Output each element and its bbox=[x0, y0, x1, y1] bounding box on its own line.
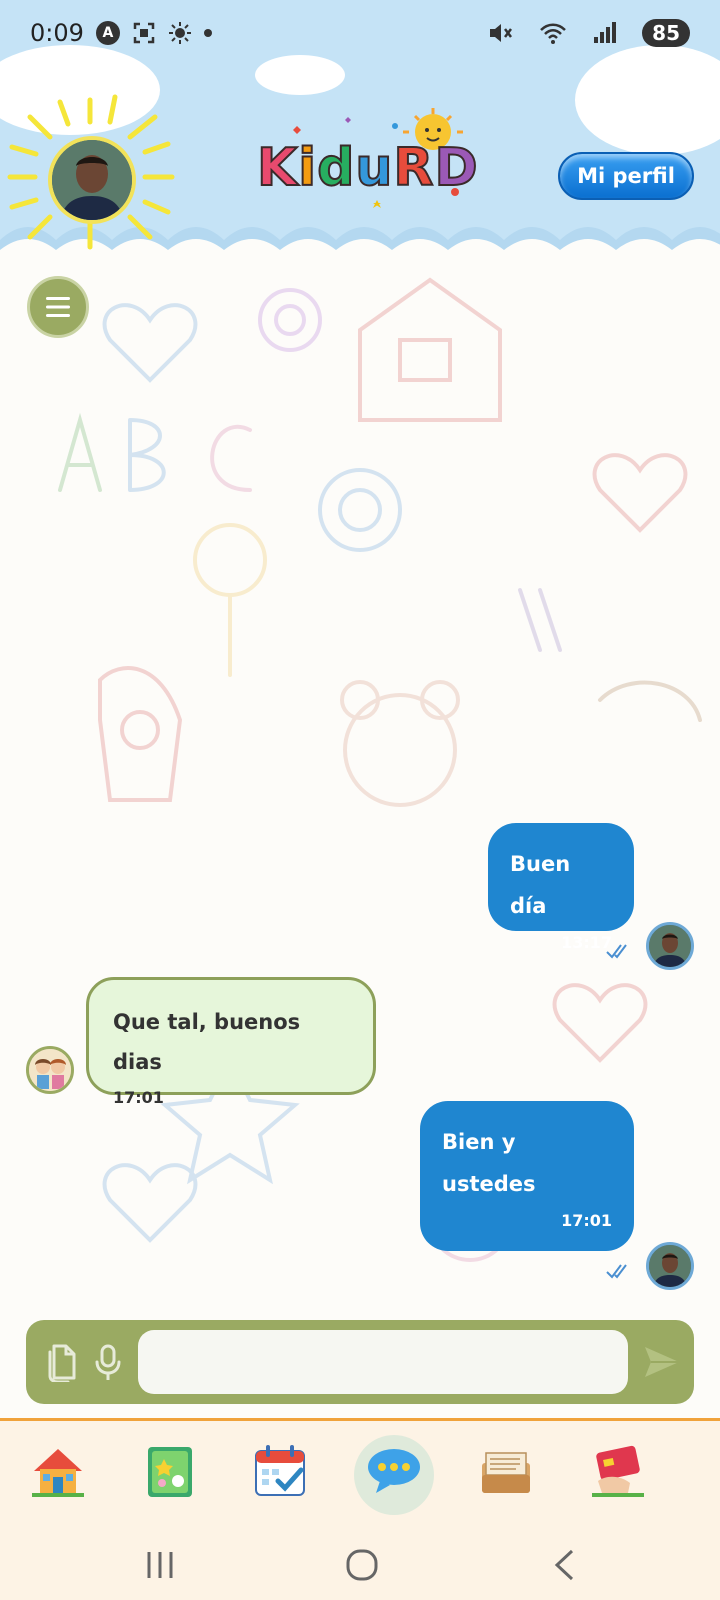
nav-home[interactable] bbox=[26, 1439, 90, 1503]
message-time: 13:17 bbox=[561, 933, 612, 952]
hamburger-icon bbox=[46, 297, 70, 317]
user-avatar[interactable] bbox=[48, 136, 136, 224]
recent-apps-icon bbox=[147, 1552, 173, 1578]
message-text: Que tal, buenos dias bbox=[113, 1010, 301, 1074]
documents-icon bbox=[482, 1452, 530, 1493]
status-time: 0:09 bbox=[30, 19, 84, 47]
brightness-icon bbox=[168, 21, 192, 45]
message-time: 17:01 bbox=[561, 1211, 612, 1230]
kidurd-logo: KiduRD bbox=[245, 108, 485, 218]
home-circle-icon bbox=[346, 1549, 378, 1581]
message-input[interactable] bbox=[138, 1330, 628, 1394]
logo-text: KiduRD bbox=[256, 137, 479, 199]
nav-documents[interactable] bbox=[474, 1439, 538, 1503]
a-badge-icon: A bbox=[95, 21, 120, 45]
recent-apps-button[interactable] bbox=[130, 1540, 190, 1590]
profile-button[interactable]: Mi perfil bbox=[558, 152, 694, 200]
read-receipt-icon bbox=[606, 1260, 632, 1284]
home-button[interactable] bbox=[332, 1540, 392, 1590]
payment-card-icon bbox=[592, 1445, 644, 1497]
calendar-icon bbox=[255, 1445, 305, 1496]
message-outgoing[interactable]: Bien y ustedes 17:01 bbox=[420, 1101, 634, 1251]
menu-button[interactable] bbox=[27, 276, 89, 338]
nav-calendar[interactable] bbox=[248, 1439, 312, 1503]
send-icon[interactable] bbox=[642, 1344, 682, 1380]
sender-avatar bbox=[646, 922, 694, 970]
message-text: Buen día bbox=[510, 852, 571, 918]
attach-icon[interactable] bbox=[44, 1342, 82, 1382]
gallery-icon bbox=[148, 1447, 192, 1497]
system-navigation bbox=[0, 1528, 720, 1600]
back-button[interactable] bbox=[534, 1540, 594, 1590]
status-bar: 0:09 A 85 bbox=[0, 0, 720, 66]
screenshot-icon bbox=[132, 21, 156, 45]
contact-avatar bbox=[26, 1046, 74, 1094]
home-icon bbox=[32, 1449, 84, 1497]
message-incoming[interactable]: Que tal, buenos dias 17:01 bbox=[86, 977, 376, 1107]
message-composer bbox=[26, 1320, 694, 1404]
mute-icon bbox=[488, 21, 514, 45]
message-text: Bien y ustedes bbox=[442, 1130, 536, 1196]
wifi-icon bbox=[538, 21, 568, 45]
signal-icon bbox=[592, 21, 618, 45]
read-receipt-icon bbox=[606, 940, 632, 964]
nav-payments[interactable] bbox=[586, 1439, 650, 1503]
message-outgoing[interactable]: Buen día 13:17 bbox=[488, 823, 634, 952]
nav-chat[interactable] bbox=[362, 1439, 426, 1503]
sender-avatar bbox=[646, 1242, 694, 1290]
bottom-navigation bbox=[0, 1418, 720, 1528]
mic-icon[interactable] bbox=[94, 1344, 122, 1382]
dot-icon bbox=[203, 29, 212, 37]
nav-gallery[interactable] bbox=[138, 1439, 202, 1503]
back-icon bbox=[554, 1549, 574, 1581]
chat-icon bbox=[368, 1449, 420, 1493]
battery-indicator: 85 bbox=[642, 19, 690, 47]
message-time: 17:01 bbox=[113, 1088, 164, 1107]
